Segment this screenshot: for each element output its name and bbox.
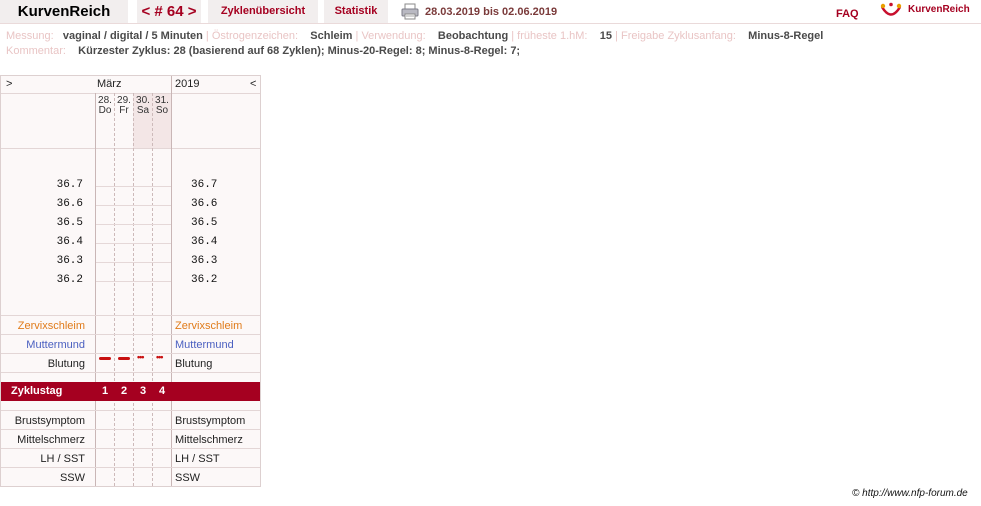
row-divider bbox=[1, 448, 260, 449]
row-divider bbox=[1, 429, 260, 430]
freigabe-label: Freigabe Zyklusanfang: bbox=[620, 30, 736, 42]
row-divider bbox=[1, 148, 260, 149]
temp-label: 36.7 bbox=[191, 179, 218, 191]
freigabe-value: Minus-8-Regel bbox=[748, 30, 824, 42]
temp-gridline bbox=[96, 262, 171, 263]
nav-prev[interactable]: > bbox=[6, 76, 12, 93]
frueheste-value: 15 bbox=[599, 30, 612, 42]
messung-value: vaginal / digital / 5 Minuten bbox=[62, 30, 203, 42]
brand-title: KurvenReich bbox=[0, 0, 128, 23]
row-label-mittelschmerz: Mittelschmerz bbox=[17, 434, 85, 446]
temp-gridline bbox=[96, 243, 171, 244]
kommentar-label: Kommentar: bbox=[6, 45, 66, 57]
cycle-day-number[interactable]: 4 bbox=[153, 382, 171, 401]
cycle-day-bar: Zyklustag 1 2 3 4 bbox=[1, 382, 260, 401]
measurement-info: Messung: vaginal / digital / 5 Minuten |… bbox=[6, 30, 824, 42]
row-label-muttermund: Muttermund bbox=[175, 339, 234, 351]
day-header: 28. Do bbox=[98, 95, 112, 116]
bleeding-marker[interactable]: ••• bbox=[156, 352, 164, 362]
day-header: 29. Fr bbox=[117, 95, 131, 116]
grid-line bbox=[133, 93, 134, 486]
temp-gridline bbox=[96, 224, 171, 225]
row-label-zervixschleim: Zervixschleim bbox=[17, 320, 85, 332]
oestrogen-value: Schleim bbox=[310, 30, 353, 42]
date-range: 28.03.2019 bis 02.06.2019 bbox=[425, 6, 558, 18]
row-label-ssw: SSW bbox=[175, 472, 201, 484]
row-divider bbox=[1, 467, 260, 468]
temp-label: 36.4 bbox=[56, 236, 83, 248]
row-label-brustsymptom: Brustsymptom bbox=[175, 415, 246, 427]
comment-info: Kommentar: Kürzester Zyklus: 28 (basiere… bbox=[6, 45, 520, 57]
nav-next[interactable]: < bbox=[250, 76, 256, 93]
temp-gridline bbox=[96, 205, 171, 206]
cycle-day-number[interactable]: 1 bbox=[96, 382, 114, 401]
temp-label: 36.5 bbox=[56, 217, 83, 229]
temp-label: 36.5 bbox=[191, 217, 218, 229]
copyright-link[interactable]: © http://www.nfp-forum.de bbox=[852, 488, 968, 499]
row-divider bbox=[1, 410, 260, 411]
row-divider bbox=[1, 353, 260, 354]
tab-cycle-overview[interactable]: Zyklenübersicht bbox=[208, 0, 318, 23]
top-bar: KurvenReich < # 64 > Zyklenübersicht Sta… bbox=[0, 0, 981, 24]
temp-label: 36.7 bbox=[56, 179, 83, 191]
kurvenreich-logo-icon[interactable] bbox=[880, 2, 902, 20]
day-header: 30. Sa bbox=[136, 95, 150, 116]
cycle-day-number[interactable]: 3 bbox=[134, 382, 152, 401]
verwendung-value: Beobachtung bbox=[437, 30, 509, 42]
row-label-lh-sst: LH / SST bbox=[175, 453, 220, 465]
temp-label: 36.3 bbox=[56, 255, 83, 267]
row-divider bbox=[1, 93, 260, 94]
verwendung-label: Verwendung: bbox=[361, 30, 426, 42]
temp-label: 36.4 bbox=[191, 236, 218, 248]
row-label-zervixschleim: Zervixschleim bbox=[175, 320, 243, 332]
grid-line bbox=[152, 93, 153, 486]
printer-icon[interactable] bbox=[401, 3, 419, 20]
temp-label: 36.3 bbox=[191, 255, 218, 267]
temp-label: 36.6 bbox=[191, 198, 218, 210]
row-label-mittelschmerz: Mittelschmerz bbox=[175, 434, 243, 446]
row-divider bbox=[1, 334, 260, 335]
row-label-brustsymptom: Brustsymptom bbox=[14, 415, 85, 427]
grid-line bbox=[95, 93, 96, 486]
temp-label: 36.2 bbox=[56, 274, 83, 286]
row-label-lh-sst: LH / SST bbox=[40, 453, 85, 465]
faq-link[interactable]: FAQ bbox=[836, 4, 859, 24]
cycle-chart: > März 2019 < 28. Do 29. Fr 30. Sa 31. So 36… bbox=[0, 75, 261, 487]
cycle-day-number[interactable]: 2 bbox=[115, 382, 133, 401]
year-label: 2019 bbox=[175, 78, 200, 90]
month-label: März bbox=[97, 78, 122, 90]
bleeding-marker[interactable] bbox=[118, 357, 130, 360]
oestrogen-label: Östrogenzeichen: bbox=[211, 30, 299, 42]
row-label-blutung: Blutung bbox=[47, 358, 85, 370]
kommentar-value: Kürzester Zyklus: 28 (basierend auf 68 Z… bbox=[78, 45, 521, 57]
day-header: 31. So bbox=[155, 95, 169, 116]
tab-statistics[interactable]: Statistik bbox=[324, 0, 388, 23]
row-divider bbox=[1, 315, 260, 316]
frueheste-label: früheste 1.hM: bbox=[517, 30, 588, 42]
row-label-muttermund: Muttermund bbox=[26, 339, 85, 351]
row-divider bbox=[1, 372, 260, 373]
top-divider bbox=[0, 23, 981, 24]
row-label-ssw: SSW bbox=[59, 472, 85, 484]
grid-line bbox=[171, 76, 172, 486]
row-label-zyklustag: Zyklustag bbox=[11, 385, 63, 397]
messung-label: Messung: bbox=[6, 30, 54, 42]
logo-text[interactable]: KurvenReich bbox=[908, 0, 970, 20]
temp-gridline bbox=[96, 186, 171, 187]
temp-label: 36.2 bbox=[191, 274, 218, 286]
temp-label: 36.6 bbox=[56, 198, 83, 210]
row-label-blutung: Blutung bbox=[175, 358, 213, 370]
grid-line bbox=[114, 93, 115, 486]
bleeding-marker[interactable] bbox=[99, 357, 111, 360]
temp-gridline bbox=[96, 281, 171, 282]
bleeding-marker[interactable]: ••• bbox=[137, 352, 145, 362]
cycle-navigator[interactable]: < # 64 > bbox=[137, 0, 201, 23]
